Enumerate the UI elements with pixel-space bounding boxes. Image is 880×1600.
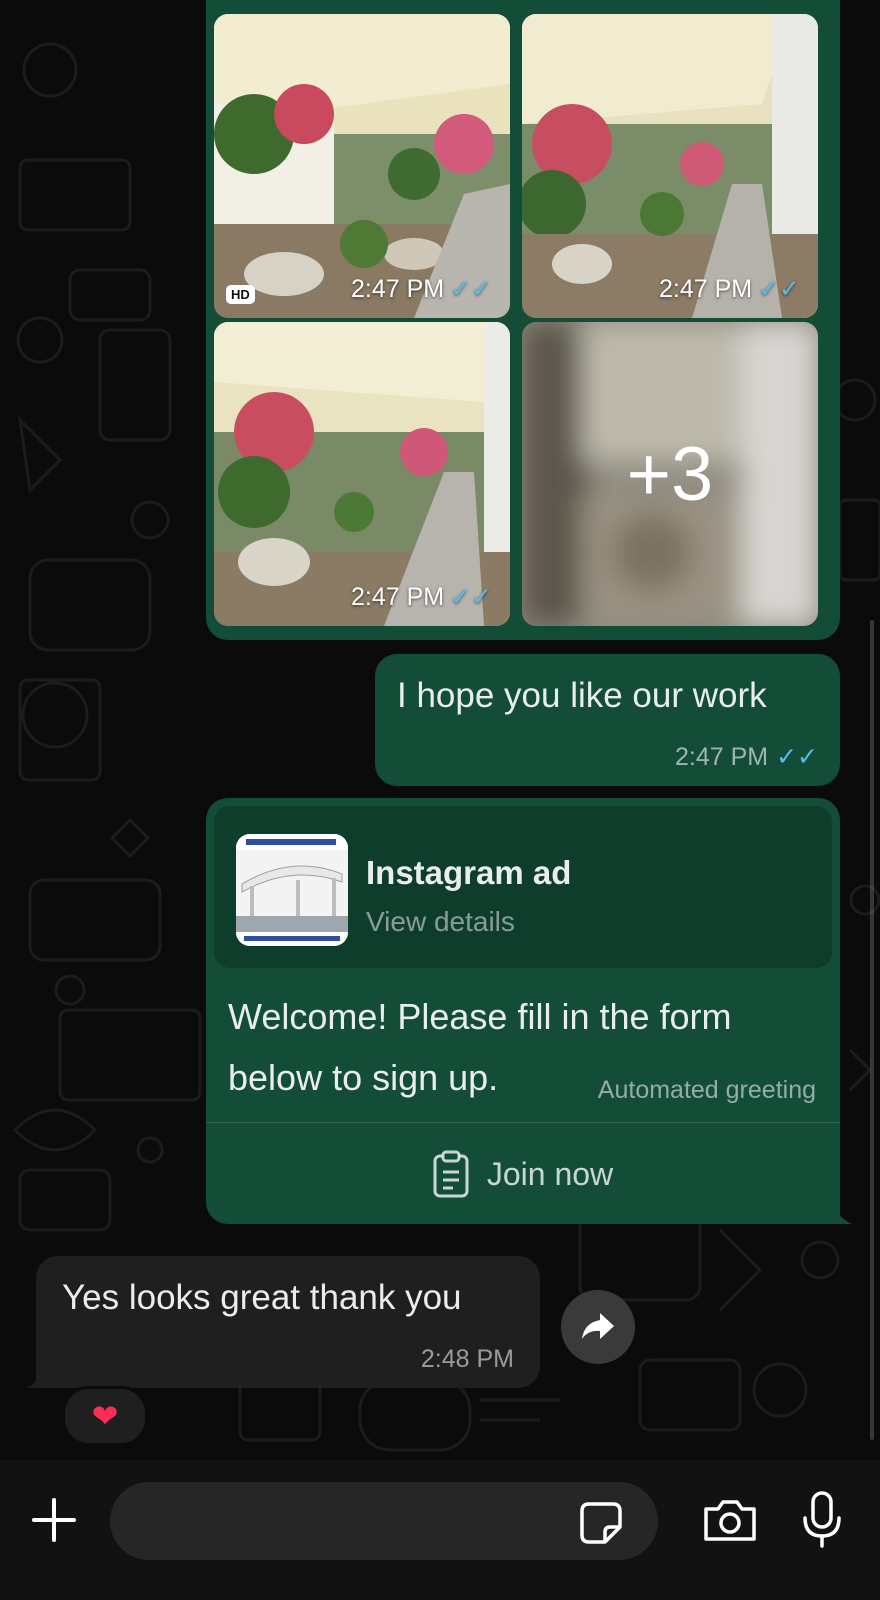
message-meta: 2:47 PM ✓✓ [351, 274, 492, 304]
media-thumbnail[interactable]: HD 2:47 PM ✓✓ [214, 14, 510, 318]
camera-button[interactable] [700, 1490, 760, 1550]
message-meta: 2:47 PM ✓✓ [659, 274, 800, 304]
automated-greeting-message: Instagram ad View details Welcome! Pleas… [206, 798, 840, 1224]
attach-button[interactable] [26, 1492, 82, 1548]
automated-greeting-tag: Automated greeting [597, 1076, 816, 1104]
join-now-button[interactable]: Join now [206, 1124, 840, 1224]
timestamp: 2:47 PM [674, 742, 769, 771]
timestamp: 2:47 PM [350, 274, 445, 303]
outgoing-message[interactable]: I hope you like our work 2:47 PM ✓✓ [375, 654, 840, 786]
forward-button[interactable] [561, 1290, 635, 1364]
message-text: I hope you like our work [397, 676, 767, 715]
read-ticks-icon: ✓✓ [758, 275, 800, 303]
ad-title: Instagram ad [366, 854, 572, 891]
bubble-tail [830, 1200, 852, 1224]
message-meta: 2:47 PM ✓✓ [351, 582, 492, 612]
voice-button[interactable] [794, 1486, 850, 1554]
media-thumbnail[interactable]: 2:47 PM ✓✓ [522, 14, 818, 318]
clipboard-icon [433, 1150, 469, 1198]
garden-photo [214, 14, 510, 318]
timestamp: 2:47 PM [350, 582, 445, 611]
ad-thumbnail [236, 834, 348, 946]
microphone-icon [803, 1491, 841, 1548]
sticker-icon [580, 1502, 622, 1544]
message-field[interactable] [110, 1482, 658, 1560]
plus-icon [32, 1498, 76, 1542]
message-text: Yes looks great thank you [62, 1278, 462, 1317]
sticker-button[interactable] [576, 1498, 626, 1548]
chat-screen: HD 2:47 PM ✓✓ 2:47 PM ✓✓ 2:47 PM ✓✓ +3 I… [0, 0, 880, 1600]
camera-icon [704, 1500, 756, 1541]
scrollbar[interactable] [870, 620, 874, 1440]
divider [206, 1122, 840, 1123]
car-parking-shade-image [236, 834, 348, 946]
media-more-tile[interactable]: +3 [522, 322, 818, 626]
message-input[interactable] [138, 1500, 562, 1544]
greeting-line: Welcome! Please fill in the form [228, 996, 732, 1037]
timestamp: 2:48 PM [420, 1345, 514, 1373]
read-ticks-icon: ✓✓ [776, 743, 818, 771]
view-details-link[interactable]: View details [366, 906, 515, 938]
message-input-bar [0, 1460, 880, 1600]
hd-badge: HD [226, 285, 255, 304]
media-thumbnail[interactable]: 2:47 PM ✓✓ [214, 322, 510, 626]
message-meta: 2:47 PM ✓✓ [675, 742, 818, 772]
more-photos-count: +3 [626, 431, 714, 517]
media-group-bubble: HD 2:47 PM ✓✓ 2:47 PM ✓✓ 2:47 PM ✓✓ +3 [206, 0, 840, 640]
timestamp: 2:47 PM [658, 274, 753, 303]
greeting-line: below to sign up. [228, 1057, 499, 1098]
read-ticks-icon: ✓✓ [450, 583, 492, 611]
heart-reaction[interactable]: ❤ [62, 1386, 148, 1446]
garden-photo [522, 14, 818, 318]
join-now-label: Join now [486, 1155, 614, 1192]
garden-photo [214, 322, 510, 626]
instagram-ad-card[interactable]: Instagram ad View details [214, 806, 832, 968]
greeting-text: Welcome! Please fill in the form below t… [228, 986, 732, 1108]
read-ticks-icon: ✓✓ [450, 275, 492, 303]
incoming-message[interactable]: Yes looks great thank you 2:48 PM [36, 1256, 540, 1388]
forward-arrow-icon [582, 1313, 614, 1339]
